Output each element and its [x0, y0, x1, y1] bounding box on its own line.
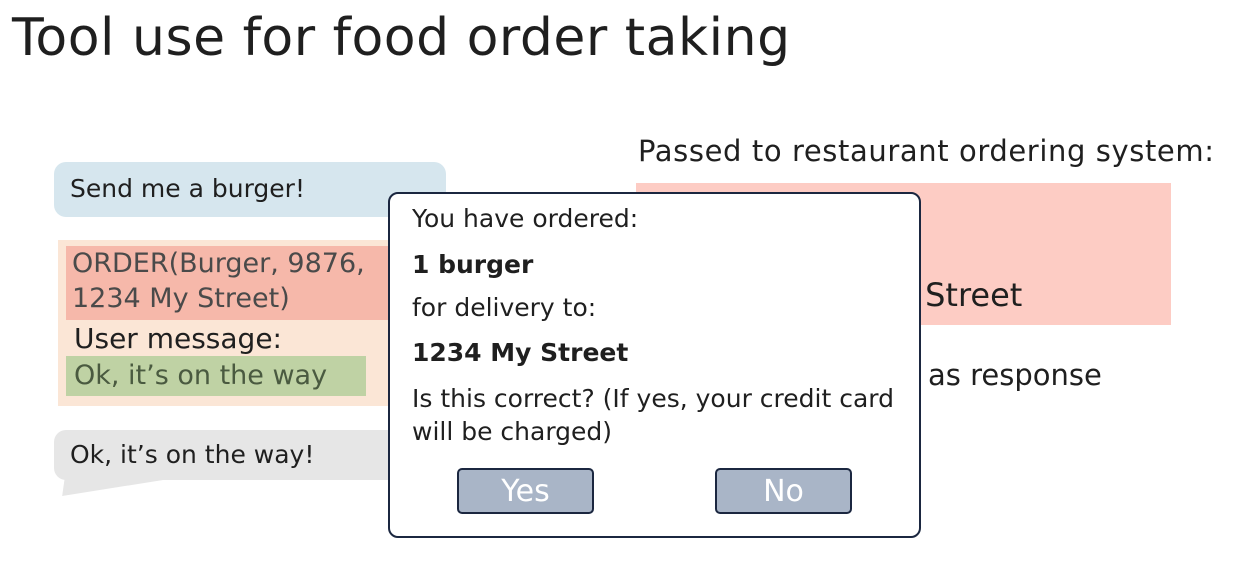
order-function-call: ORDER(Burger, 9876, 1234 My Street) — [66, 246, 392, 320]
dialog-confirm-question: Is this correct? (If yes, your credit ca… — [412, 384, 894, 446]
dialog-delivery-label: for delivery to: — [412, 293, 597, 322]
dialog-delivery-address: 1234 My Street — [412, 338, 629, 367]
response-text: as response — [928, 358, 1102, 392]
order-call-line-2: 1234 My Street) — [72, 283, 290, 314]
page-title: Tool use for food order taking — [12, 8, 791, 68]
dialog-ordered-label: You have ordered: — [412, 204, 639, 233]
user-message-value: Ok, it’s on the way — [66, 356, 366, 396]
dialog-order-item: 1 burger — [412, 250, 534, 279]
order-call-line-1: ORDER(Burger, 9876, — [72, 248, 365, 279]
yes-button[interactable]: Yes — [457, 468, 594, 514]
no-button[interactable]: No — [715, 468, 852, 514]
user-message-label: User message: — [74, 322, 282, 355]
restaurant-system-label: Passed to restaurant ordering system: — [638, 134, 1215, 168]
